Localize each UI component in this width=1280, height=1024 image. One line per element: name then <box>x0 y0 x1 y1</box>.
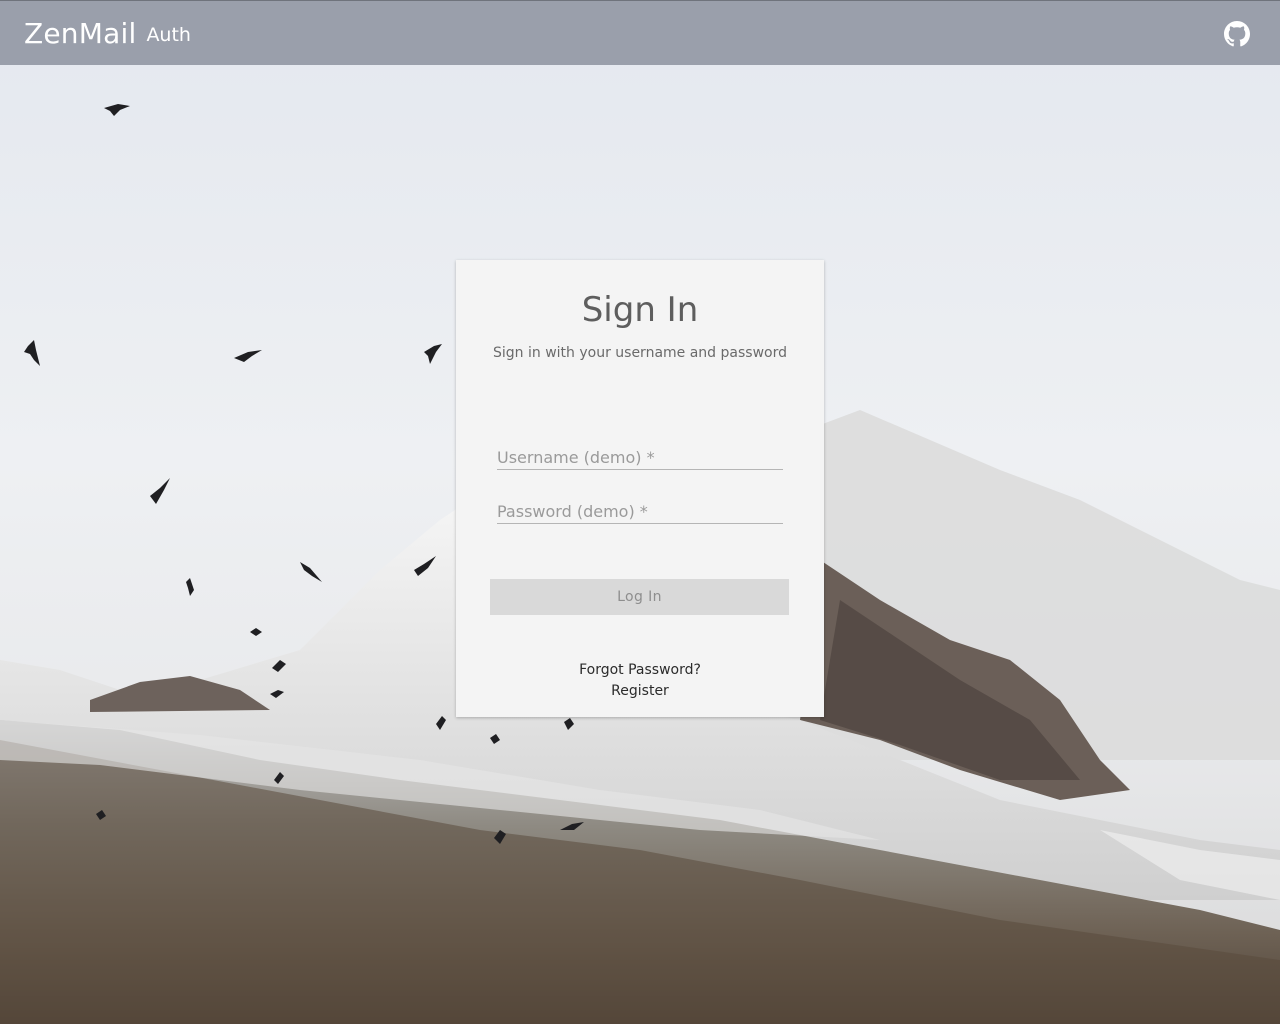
signin-subtitle: Sign in with your username and password <box>493 345 787 361</box>
register-link[interactable]: Register <box>456 683 824 699</box>
brand-subtitle: Auth <box>146 24 191 46</box>
auth-page: ZenMail Auth Sign In Sign in with your u… <box>0 0 1280 1024</box>
signin-title: Sign In <box>581 290 699 330</box>
username-input[interactable] <box>497 445 783 470</box>
brand-title[interactable]: ZenMail <box>24 17 136 50</box>
login-button[interactable]: Log In <box>490 579 789 615</box>
app-bar: ZenMail Auth <box>0 0 1280 65</box>
forgot-password-link[interactable]: Forgot Password? <box>456 662 824 678</box>
password-input[interactable] <box>497 499 783 524</box>
signin-card: Sign In Sign in with your username and p… <box>456 260 824 717</box>
github-icon[interactable] <box>1224 21 1250 47</box>
